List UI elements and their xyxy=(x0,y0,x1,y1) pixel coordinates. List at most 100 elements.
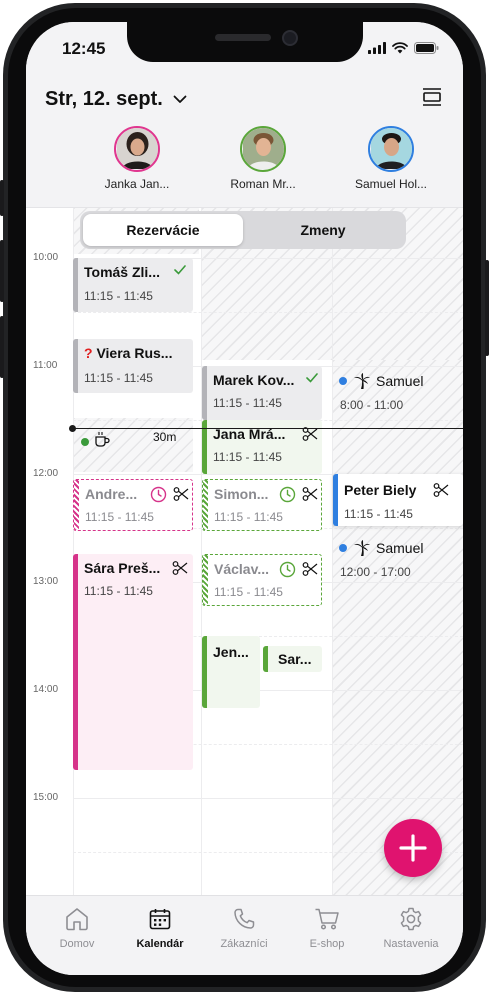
current-date: Str, 12. sept. xyxy=(45,88,163,110)
tab-calendar[interactable]: Kalendár xyxy=(116,904,204,950)
event-jen[interactable]: Jen... xyxy=(202,636,260,708)
shift-samuel-afternoon[interactable]: Samuel 12:00 - 17:00 xyxy=(333,534,453,588)
segment-reservations[interactable]: Rezervácie xyxy=(83,214,243,246)
event-andrea[interactable]: Andre... 11:15 - 11:45 xyxy=(73,479,193,531)
cart-icon xyxy=(283,904,371,934)
shift-samuel-morning[interactable]: Samuel 8:00 - 11:00 xyxy=(333,366,453,420)
clock-icon xyxy=(279,561,296,578)
break-duration: 30m xyxy=(153,430,177,444)
avatar-image xyxy=(370,128,412,169)
event-bar xyxy=(203,555,208,605)
event-title: Samuel xyxy=(376,373,424,389)
tab-label: Nastavenia xyxy=(383,938,439,950)
event-title-text: Viera Rus... xyxy=(96,345,173,361)
gear-icon xyxy=(367,904,455,934)
hour-label: 12:00 xyxy=(33,468,59,479)
event-title: Peter Biely xyxy=(344,482,417,498)
event-peter[interactable]: Peter Biely 11:15 - 11:45 xyxy=(333,474,463,526)
screen: 12:45 Str, 12. sept. Janka Jan... Roman … xyxy=(26,22,463,975)
palm-tree-icon xyxy=(353,539,371,557)
palm-tree-icon xyxy=(353,372,371,390)
event-title: Jen... xyxy=(213,644,249,660)
event-viera[interactable]: ? Viera Rus... 11:15 - 11:45 xyxy=(73,339,193,393)
add-reservation-button[interactable] xyxy=(384,819,442,877)
current-time-dot xyxy=(69,425,76,432)
event-time: 11:15 - 11:45 xyxy=(214,510,283,524)
tab-customers[interactable]: Zákazníci xyxy=(200,904,288,950)
layout-icon xyxy=(423,88,441,106)
calendar-header: Str, 12. sept. Janka Jan... Roman Mr... … xyxy=(26,74,463,208)
calendar-grid[interactable]: 10:00 11:00 12:00 13:00 14:00 15:00 Reze… xyxy=(26,208,463,895)
view-toggle-button[interactable] xyxy=(421,87,443,112)
scissors-icon xyxy=(173,486,189,502)
chevron-down-icon xyxy=(173,95,187,103)
date-picker-button[interactable]: Str, 12. sept. xyxy=(45,88,187,111)
blue-dot-icon xyxy=(338,543,348,553)
avatar-samuel xyxy=(368,126,414,172)
tab-home[interactable]: Domov xyxy=(33,904,121,950)
scissors-icon xyxy=(172,560,188,576)
segment-shifts[interactable]: Zmeny xyxy=(243,214,403,246)
event-time: 11:15 - 11:45 xyxy=(344,507,413,521)
staff-name: Roman Mr... xyxy=(230,177,296,191)
event-bar xyxy=(263,646,268,672)
event-title: Marek Kov... xyxy=(213,372,295,388)
front-camera xyxy=(282,30,298,46)
event-title: Sára Preš... xyxy=(84,560,161,576)
event-sara[interactable]: Sára Preš... 11:15 - 11:45 xyxy=(73,554,193,770)
hour-line xyxy=(73,798,463,799)
event-bar xyxy=(333,474,338,526)
event-tomas[interactable]: Tomáš Zli... 11:15 - 11:45 xyxy=(73,258,193,312)
event-time: 11:15 - 11:45 xyxy=(213,396,282,410)
hour-label: 10:00 xyxy=(33,252,59,263)
staff-samuel[interactable]: Samuel Hol... xyxy=(336,126,446,191)
event-time: 11:15 - 11:45 xyxy=(214,585,283,599)
speaker xyxy=(215,34,271,41)
staff-roman[interactable]: Roman Mr... xyxy=(208,126,318,191)
event-time: 11:15 - 11:45 xyxy=(84,371,153,385)
event-time: 11:15 - 11:45 xyxy=(84,289,153,303)
current-time-line xyxy=(71,428,463,429)
clock-icon xyxy=(279,486,296,503)
avatar-image xyxy=(242,128,284,169)
event-sar[interactable]: Sar... xyxy=(263,646,322,672)
home-icon xyxy=(33,904,121,934)
tab-settings[interactable]: Nastavenia xyxy=(367,904,455,950)
event-title: Samuel xyxy=(376,540,424,556)
event-time: 11:15 - 11:45 xyxy=(84,584,153,598)
event-vaclav[interactable]: Václav... 11:15 - 11:45 xyxy=(202,554,322,606)
event-title: Sar... xyxy=(278,651,312,667)
coffee-icon xyxy=(93,430,111,448)
staff-janka[interactable]: Janka Jan... xyxy=(82,126,192,191)
event-time: 12:00 - 17:00 xyxy=(340,565,411,579)
power-button xyxy=(485,260,489,356)
event-break[interactable]: 30m xyxy=(73,428,193,466)
avatar-image xyxy=(116,128,158,169)
avatar-janka xyxy=(114,126,160,172)
phone-icon xyxy=(200,904,288,934)
check-icon xyxy=(174,265,186,275)
unavailable-slot xyxy=(333,360,463,895)
volume-down-button xyxy=(0,316,4,378)
tab-eshop[interactable]: E-shop xyxy=(283,904,371,950)
avatar-roman xyxy=(240,126,286,172)
event-marek[interactable]: Marek Kov... 11:15 - 11:45 xyxy=(202,366,322,420)
event-bar xyxy=(73,554,78,770)
plus-icon xyxy=(399,834,427,862)
event-bar xyxy=(202,366,207,420)
notch xyxy=(127,22,363,62)
unconfirmed-mark: ? xyxy=(84,345,93,361)
event-title: ? Viera Rus... xyxy=(84,345,172,361)
hour-label: 11:00 xyxy=(33,360,58,371)
event-bar xyxy=(73,339,78,393)
tab-label: Zákazníci xyxy=(220,938,268,950)
tab-label: Kalendár xyxy=(136,938,184,950)
calendar-icon xyxy=(116,904,204,934)
event-title: Václav... xyxy=(214,561,270,577)
event-time: 11:15 - 11:45 xyxy=(85,510,154,524)
tab-label: Domov xyxy=(59,938,95,950)
event-simon[interactable]: Simon... 11:15 - 11:45 xyxy=(202,479,322,531)
blue-dot-icon xyxy=(338,376,348,386)
tab-bar: Domov Kalendár Zákazníci E-shop Nastaven… xyxy=(26,895,463,975)
wifi-icon xyxy=(392,42,408,54)
